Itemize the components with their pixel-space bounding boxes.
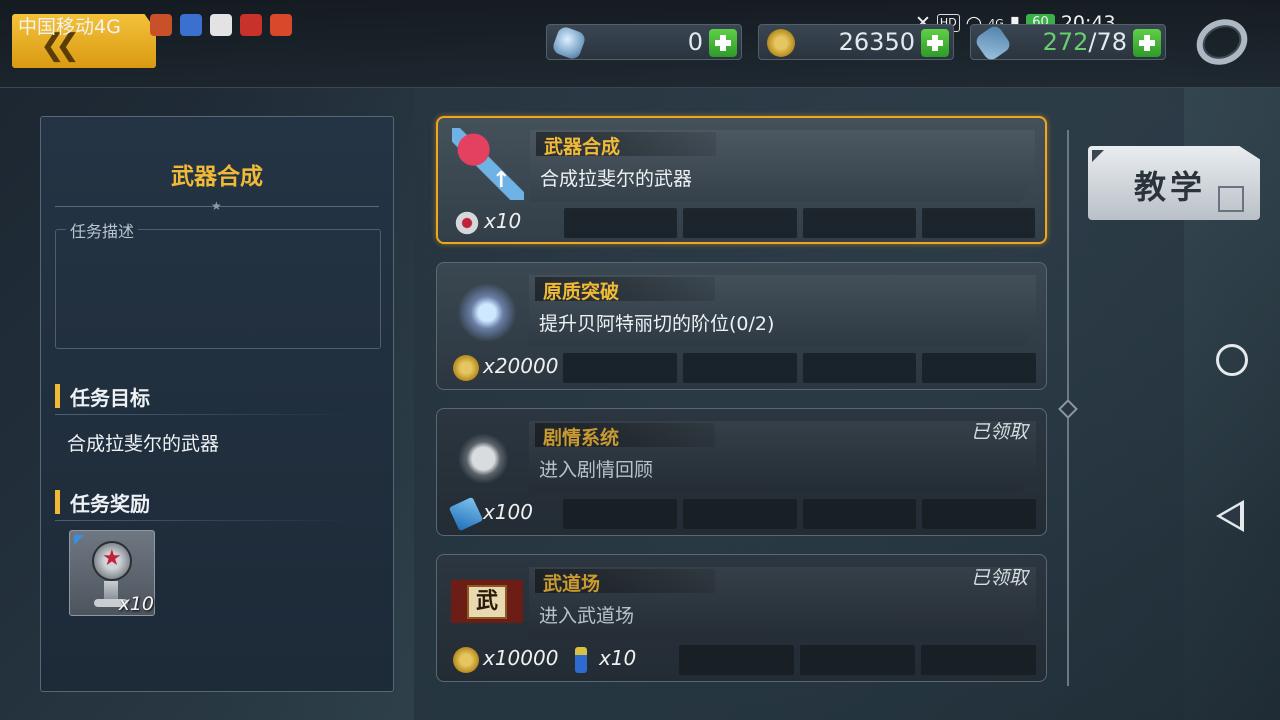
video-icon [270, 14, 292, 36]
reward-quantity: x10 [599, 646, 637, 670]
reward-section-header: 任务奖励 [55, 487, 355, 521]
quest-reward-row: x100 [447, 496, 1036, 532]
dojo-sign: 武 [467, 585, 507, 619]
tab-corner [1092, 150, 1104, 162]
quest-reward-row: x10000 x10 [447, 645, 1036, 675]
reward-slot: x10 [448, 208, 558, 238]
back-nav-icon[interactable] [1216, 500, 1244, 532]
sword-upgrade-icon: ↑ [452, 128, 524, 200]
reward-slot: x100 [447, 496, 557, 532]
reward-quantity: x100 [483, 500, 534, 524]
gold-coin-icon [453, 355, 479, 381]
description-label: 任务描述 [66, 218, 139, 242]
reward-quantity: x10 [484, 209, 522, 233]
home-nav-icon[interactable] [1216, 344, 1248, 376]
stamina-value: 272/78 [1043, 28, 1127, 56]
reward-quantity: x10000 [483, 646, 559, 670]
add-gems-button[interactable] [709, 29, 737, 57]
reward-slot: x20000 [447, 353, 559, 383]
quest-description: 提升贝阿特丽切的阶位(0/2) [539, 313, 775, 335]
stamina-icon [973, 23, 1013, 63]
add-gold-button[interactable] [921, 29, 949, 57]
quest-description: 进入武道场 [539, 605, 635, 627]
section-underline [55, 414, 355, 415]
reward-item[interactable]: ★ x10 [69, 530, 155, 616]
quest-reward-row: x20000 [447, 353, 1036, 383]
quest-name: 原质突破 [543, 281, 620, 303]
empty-reward-slot [800, 645, 915, 675]
ticket-icon [448, 496, 484, 532]
notification-icons [150, 14, 292, 36]
empty-reward-slot [682, 353, 797, 383]
crystal-orb-icon [451, 273, 523, 345]
empty-reward-slot [802, 499, 917, 529]
empty-reward-slot [563, 353, 677, 383]
empty-reward-slot [802, 208, 916, 238]
stamina-counter: 272/78 [970, 23, 1166, 63]
quest-detail-title: 武器合成 [171, 164, 263, 190]
empty-reward-slot [564, 208, 678, 238]
gold-value: 26350 [838, 28, 915, 56]
carrier-label: 中国移动4G [18, 16, 121, 38]
gold-counter: 26350 [758, 24, 954, 60]
quest-card-weapon-synthesis[interactable]: ↑ 武器合成 合成拉斐尔的武器 x10 [436, 116, 1047, 244]
gold-coin-icon [453, 647, 479, 673]
empty-reward-slot [682, 499, 797, 529]
quest-reward-row: x10 [448, 208, 1035, 238]
stamina-current: 272 [1042, 28, 1089, 56]
goal-text: 合成拉斐尔的武器 [67, 433, 220, 455]
rarity-corner [74, 535, 84, 545]
section-marker [55, 490, 60, 514]
quest-description: 合成拉斐尔的武器 [540, 168, 693, 190]
gem-counter: 0 [546, 24, 742, 61]
pentagram-icon: ★ [92, 541, 132, 581]
quest-name: 剧情系统 [543, 427, 620, 449]
pentagram-icon [454, 210, 480, 236]
quest-card-essence-breakthrough[interactable]: 原质突破 提升贝阿特丽切的阶位(0/2) x20000 [436, 262, 1047, 390]
dojo-shrine-icon: 武 [451, 565, 523, 637]
app-notification-icon [150, 14, 172, 36]
empty-reward-slot [921, 208, 1035, 238]
empty-reward-slot [683, 208, 797, 238]
up-arrow-icon: ↑ [492, 168, 511, 193]
empty-reward-slot [921, 645, 1036, 675]
baidu-icon [180, 14, 202, 36]
reward-slot: x10000 [447, 645, 559, 675]
empty-reward-slot [922, 499, 1036, 529]
section-underline [55, 520, 355, 521]
empty-reward-slot [802, 353, 917, 383]
star-mark: ★ [102, 546, 122, 571]
gem-value: 0 [687, 28, 703, 56]
claimed-status: 已领取 [970, 421, 1028, 443]
toutiao-icon [240, 14, 262, 36]
gold-coin-icon [767, 29, 795, 57]
empty-reward-slot [679, 645, 794, 675]
quest-card-story-system[interactable]: 剧情系统 已领取 进入剧情回顾 x100 [436, 408, 1047, 536]
stamina-max: /78 [1088, 28, 1127, 56]
divider-star-icon: ★ [211, 199, 222, 213]
quest-name: 武道场 [543, 573, 601, 595]
top-bar: ❮❮ 中国移动4G ✕ HD ◠ 4G ▮ 60 20:43 0 26350 2… [0, 0, 1280, 88]
claimed-status: 已领取 [970, 567, 1028, 589]
reward-quantity: x20000 [483, 354, 559, 378]
empty-reward-slot [922, 353, 1036, 383]
goal-section-header: 任务目标 [55, 381, 355, 415]
reward-slot: x10 [563, 645, 673, 675]
browser-icon [210, 14, 232, 36]
quest-description: 进入剧情回顾 [539, 459, 654, 481]
quest-name: 武器合成 [544, 136, 621, 158]
add-stamina-button[interactable] [1133, 29, 1161, 57]
quest-card-dojo[interactable]: 武 武道场 已领取 进入武道场 x10000 x10 [436, 554, 1047, 682]
section-marker [55, 384, 60, 408]
crystal-icon [551, 25, 587, 61]
lightbulb-icon [451, 419, 523, 491]
exp-bottle-icon [575, 647, 587, 673]
quest-detail-panel: 武器合成 ★ 任务描述 任务目标 合成拉斐尔的武器 任务奖励 ★ x10 [40, 116, 394, 692]
reward-heading: 任务奖励 [70, 491, 150, 516]
goal-heading: 任务目标 [70, 385, 150, 410]
empty-reward-slot [563, 499, 677, 529]
description-box: 任务描述 [55, 218, 381, 349]
reward-quantity: x10 [118, 593, 154, 615]
